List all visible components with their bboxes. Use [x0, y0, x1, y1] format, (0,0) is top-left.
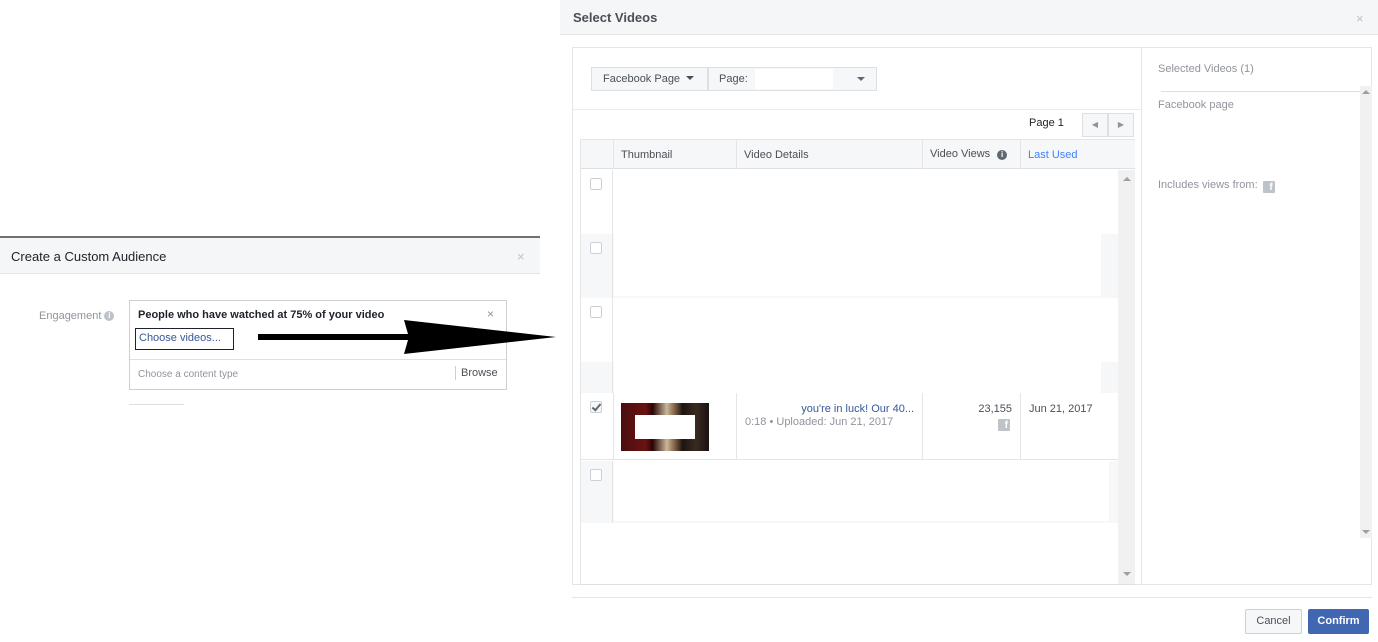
row-checkbox[interactable] [590, 469, 602, 481]
info-icon[interactable]: i [104, 311, 115, 321]
checkbox-cell [581, 234, 613, 298]
chevron-down-icon [857, 77, 865, 81]
checkbox-cell [581, 393, 614, 460]
panel-scrollbar[interactable] [1360, 86, 1372, 538]
divider [129, 404, 184, 405]
close-icon[interactable]: × [517, 250, 525, 263]
table-row[interactable] [581, 234, 1118, 298]
page-select-label: Page: [719, 73, 748, 85]
row-checkbox[interactable] [590, 242, 602, 254]
table-row[interactable] [581, 298, 1118, 362]
divider [581, 584, 1135, 585]
row-checkbox-checked[interactable] [590, 401, 602, 413]
cancel-button[interactable]: Cancel [1245, 609, 1302, 634]
checkbox-cell [581, 298, 613, 362]
facebook-icon: f [998, 419, 1010, 431]
select-all-header [581, 140, 614, 169]
page-select[interactable]: Page: [708, 67, 877, 91]
scroll-down-icon[interactable] [1123, 572, 1131, 576]
includes-views-label: Includes views from: [1158, 179, 1258, 191]
includes-views-from: Includes views from: f [1158, 179, 1275, 193]
divider [455, 366, 456, 380]
selected-videos-title: Selected Videos (1) [1158, 63, 1254, 75]
dialog-title: Create a Custom Audience [11, 249, 167, 264]
content-type-input[interactable]: Choose a content type [138, 369, 238, 380]
select-videos-dialog: Select Videos × Facebook Page Page: Page… [560, 0, 1378, 642]
column-header-video-details: Video Details [737, 140, 923, 169]
table-scrollbar[interactable] [1118, 170, 1135, 585]
table-row[interactable] [581, 170, 1118, 234]
source-dropdown-label: Facebook Page [603, 73, 681, 85]
divider [572, 597, 1372, 598]
table-row[interactable] [581, 461, 1118, 523]
redacted-overlay [635, 415, 695, 439]
divider [1161, 91, 1361, 92]
video-meta: 0:18 • Uploaded: Jun 21, 2017 [745, 416, 894, 428]
confirm-button[interactable]: Confirm [1308, 609, 1369, 634]
source-dropdown[interactable]: Facebook Page [591, 67, 708, 91]
table-row-selected-video[interactable]: you're in luck! Our 40... 0:18 • Uploade… [581, 393, 1118, 460]
video-views-count: 23,155 [978, 403, 1012, 415]
selected-page-name: Facebook page [1158, 99, 1234, 111]
browse-button[interactable]: Browse [461, 367, 498, 379]
chevron-down-icon [686, 76, 695, 80]
last-used-date: Jun 21, 2017 [1029, 403, 1093, 415]
checkbox-cell [581, 170, 613, 234]
chevron-left-icon: ◀ [1091, 120, 1099, 129]
video-thumbnail[interactable] [621, 403, 709, 451]
video-views-cell: 23,155 f [923, 393, 1021, 460]
info-icon[interactable]: i [997, 150, 1008, 160]
page-select-value [755, 69, 833, 89]
row-checkbox[interactable] [590, 306, 602, 318]
table-header: Thumbnail Video Details Video Views i Las… [581, 139, 1135, 169]
row-content [614, 461, 1109, 521]
dialog-title: Select Videos [573, 10, 658, 25]
row-content [614, 234, 1101, 296]
video-title-link[interactable]: you're in luck! Our 40... [801, 403, 914, 415]
selected-videos-panel: Selected Videos (1) Facebook page Includ… [1143, 48, 1372, 584]
row-content [614, 170, 1101, 232]
engagement-label-text: Engagement [39, 310, 102, 322]
dialog-header: Select Videos × [560, 0, 1378, 35]
video-list-panel: Facebook Page Page: Page 1 ◀ ▶ Thumbnail… [573, 48, 1142, 585]
row-content [614, 298, 1101, 360]
column-header-video-views: Video Views i [923, 140, 1021, 169]
filter-bar: Facebook Page Page: [573, 48, 1141, 110]
prev-page-button[interactable]: ◀ [1082, 113, 1108, 137]
scroll-up-icon[interactable] [1123, 177, 1131, 181]
video-details-cell: you're in luck! Our 40... 0:18 • Uploade… [737, 393, 923, 460]
checkbox-cell [581, 461, 613, 523]
page-indicator: Page 1 [1029, 117, 1064, 129]
thumbnail-cell [614, 393, 737, 460]
facebook-icon: f [1262, 181, 1275, 193]
videos-table: Thumbnail Video Details Video Views i Las… [580, 139, 1135, 585]
close-icon[interactable]: × [1356, 11, 1364, 26]
dialog-header: Create a Custom Audience × [0, 238, 540, 274]
arrow-annotation-icon [258, 320, 556, 354]
dialog-body: Facebook Page Page: Page 1 ◀ ▶ Thumbnail… [572, 47, 1372, 585]
engagement-label: Engagement i [39, 310, 115, 322]
column-header-video-views-label: Video Views [930, 148, 991, 160]
column-header-thumbnail: Thumbnail [614, 140, 737, 169]
chevron-right-icon: ▶ [1117, 120, 1125, 129]
divider [130, 359, 506, 360]
choose-videos-link[interactable]: Choose videos... [135, 328, 234, 350]
next-page-button[interactable]: ▶ [1108, 113, 1134, 137]
scroll-up-icon[interactable] [1362, 90, 1370, 94]
column-header-last-used[interactable]: Last Used [1021, 140, 1118, 169]
row-checkbox[interactable] [590, 178, 602, 190]
last-used-cell: Jun 21, 2017 [1021, 393, 1118, 460]
scroll-down-icon[interactable] [1362, 530, 1370, 534]
